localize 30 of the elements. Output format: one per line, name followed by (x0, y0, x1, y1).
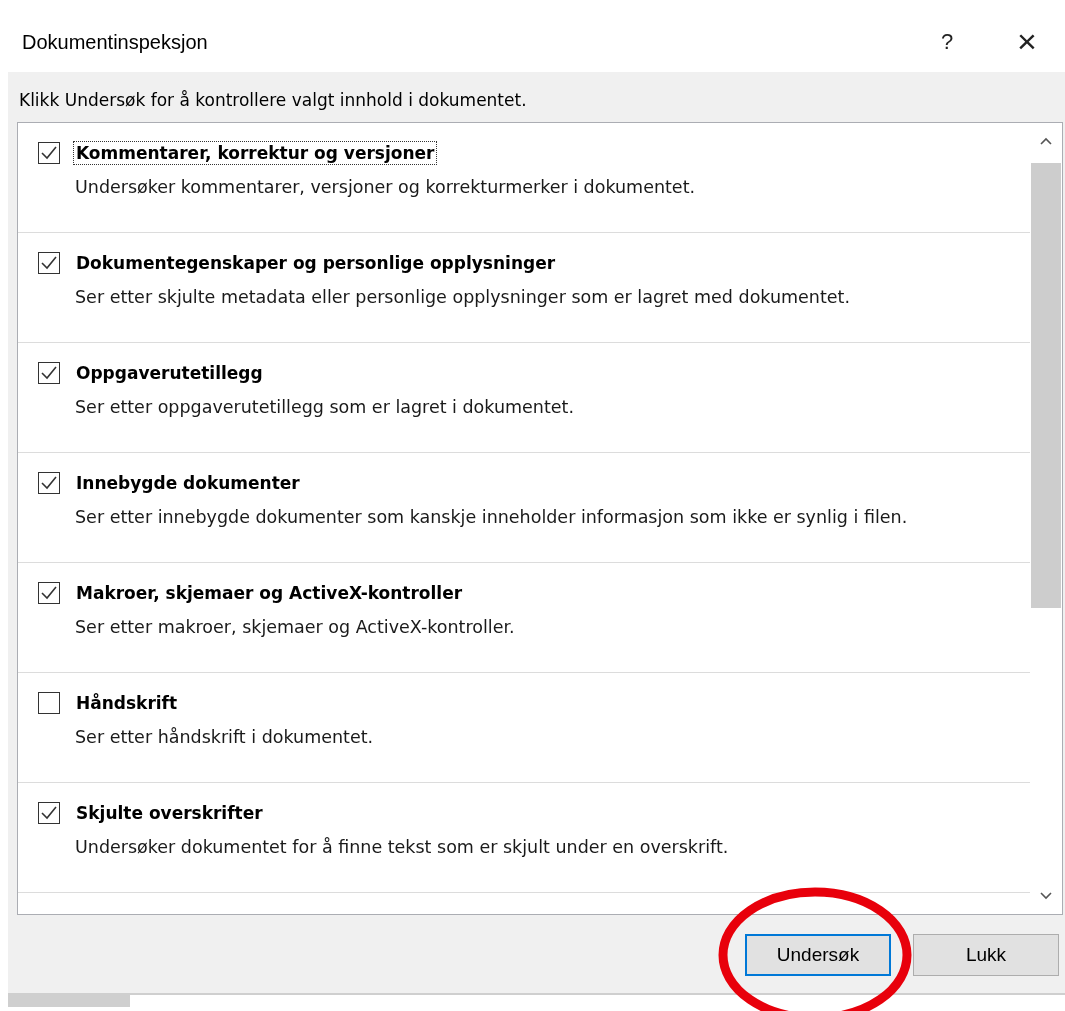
instruction-text: Klikk Undersøk for å kontrollere valgt innhold i dokumentet. (19, 90, 528, 110)
option-description: Ser etter innebygde dokumenter som kanskje inneholder informasjon som ikke er synlig i filen. (75, 506, 909, 529)
option-label[interactable]: Makroer, skjemaer og ActiveX-kontroller (73, 581, 466, 605)
option-description: Undersøker kommentarer, versjoner og korrekturmerker i dokumentet. (75, 176, 697, 199)
close-button[interactable]: × (1007, 24, 1047, 58)
checkbox[interactable] (38, 252, 60, 274)
checkbox[interactable] (38, 142, 60, 164)
option-description: Ser etter oppgaverutetillegg som er lagret i dokumentet. (75, 396, 575, 419)
dialog-button[interactable]: Lukk (913, 934, 1059, 976)
checkbox[interactable] (38, 802, 60, 824)
checkbox[interactable] (38, 362, 60, 384)
option-label[interactable]: Kommentarer, korrektur og versjoner (73, 141, 438, 165)
option-label[interactable]: Håndskrift (73, 691, 181, 715)
checkbox[interactable] (38, 582, 60, 604)
option-description: Undersøker dokumentet for å finne tekst som er skjult under en overskrift. (75, 836, 730, 859)
option-label[interactable]: Oppgaverutetillegg (73, 361, 266, 385)
window-title: Dokumentinspeksjon (22, 30, 209, 54)
option-label[interactable]: Innebygde dokumenter (73, 471, 303, 495)
option-description: Ser etter skjulte metadata eller personlige opplysninger som er lagret med dokumentet. (75, 286, 851, 309)
checkbox[interactable] (38, 692, 60, 714)
option-label[interactable]: Skjulte overskrifter (73, 801, 266, 825)
option-label[interactable]: Dokumentegenskaper og personlige opplysninger (73, 251, 559, 275)
scroll-down-icon[interactable] (1040, 892, 1052, 900)
help-button[interactable]: ? (927, 29, 967, 55)
dialog-button[interactable]: Undersøk (745, 934, 891, 976)
scroll-up-icon[interactable] (1040, 137, 1052, 145)
scrollbar-thumb[interactable] (1031, 163, 1061, 608)
checkbox[interactable] (38, 472, 60, 494)
option-description: Ser etter makroer, skjemaer og ActiveX-kontroller. (75, 616, 516, 639)
option-description: Ser etter håndskrift i dokumentet. (75, 726, 375, 749)
